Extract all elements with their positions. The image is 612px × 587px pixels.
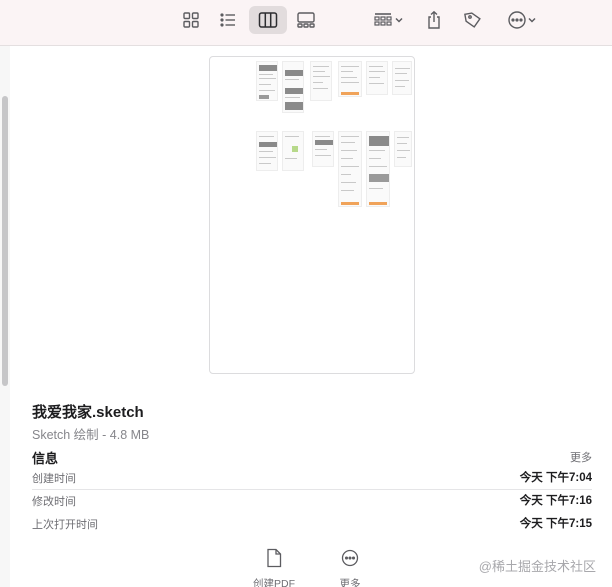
more-quick-actions-label: 更多 [339,578,361,587]
artboard-thumbnail [312,131,334,167]
artboard-thumbnail [392,61,412,95]
finder-toolbar [0,0,612,46]
document-icon [266,548,282,570]
chevron-down-icon [394,15,404,25]
chevron-down-icon [527,15,537,25]
artboard-thumbnail [366,61,388,95]
info-row-value: 今天 下午7:15 [519,518,592,530]
tag-button[interactable] [458,6,488,34]
scrollbar[interactable] [0,46,10,587]
share-button[interactable] [420,6,448,34]
info-row-created: 创建时间 今天 下午7:04 [32,467,592,489]
column-view-icon [258,11,278,29]
file-preview-thumbnail[interactable] [209,56,415,374]
more-actions-icon [507,10,527,30]
info-more-link[interactable]: 更多 [570,449,592,465]
artboard-thumbnail [394,131,412,167]
ellipsis-circle-icon [340,548,360,570]
column-view-button[interactable] [249,6,287,34]
artboard-thumbnail [366,131,390,207]
artboard-thumbnail [338,131,362,207]
info-row-last-opened: 上次打开时间 今天 下午7:15 [32,513,592,535]
artboard-thumbnail [282,131,304,171]
info-row-label: 上次打开时间 [32,519,98,531]
more-quick-actions-button[interactable]: 更多 [320,548,380,587]
artboard-thumbnail [282,61,304,113]
create-pdf-label: 创建PDF [253,578,295,587]
info-row-value: 今天 下午7:16 [519,495,592,507]
file-name: 我爱我家.sketch [32,404,144,421]
file-kind-size: Sketch 绘制 - 4.8 MB [32,428,150,442]
tag-icon [463,10,483,30]
icon-view-grid-icon [182,11,200,29]
create-pdf-button[interactable]: 创建PDF [244,548,304,587]
more-actions-button[interactable] [500,6,544,34]
artboard-thumbnail [310,61,332,101]
info-row-value: 今天 下午7:04 [519,472,592,484]
artboard-thumbnail [256,131,278,171]
watermark-text: @稀土掘金技术社区 [478,559,596,574]
group-by-button[interactable] [366,6,410,34]
artboard-thumbnail [338,61,362,97]
info-row-label: 创建时间 [32,473,76,485]
scrollbar-thumb[interactable] [2,96,8,386]
group-by-icon [372,11,394,29]
gallery-view-icon [296,11,316,29]
artboard-thumbnail [256,61,278,101]
info-section-heading: 信息 [32,451,59,466]
info-row-modified: 修改时间 今天 下午7:16 [32,490,592,512]
share-icon [425,10,443,30]
list-view-button[interactable] [213,6,243,34]
info-row-label: 修改时间 [32,496,76,508]
gallery-view-button[interactable] [291,6,321,34]
list-view-icon [219,11,237,29]
icon-view-button[interactable] [176,6,206,34]
